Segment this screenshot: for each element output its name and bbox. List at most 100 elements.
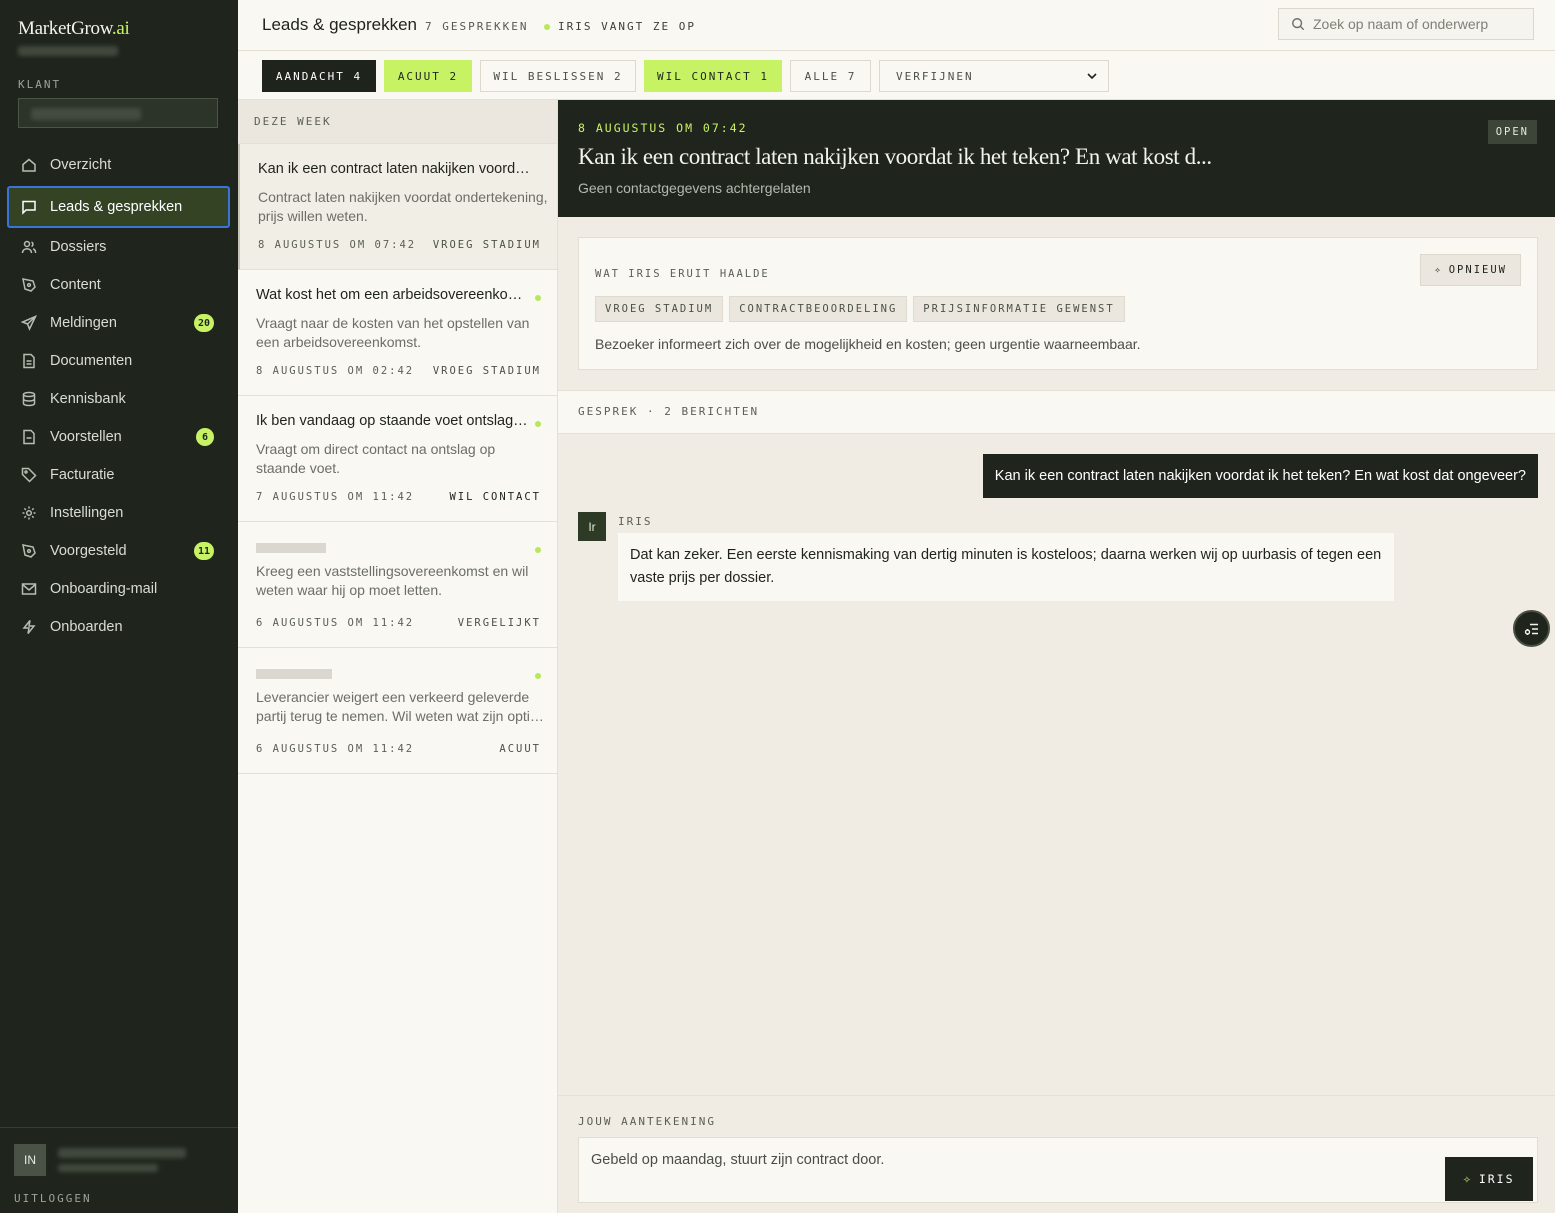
nav-item-dossiers[interactable]: Dossiers — [7, 228, 230, 266]
account-name-redacted — [18, 46, 118, 56]
send-icon — [21, 315, 37, 331]
detail-header: 8 AUGUSTUS OM 07:42 Kan ik een contract … — [558, 100, 1555, 217]
chat-icon — [22, 200, 36, 215]
nav-item-kennisbank[interactable]: Kennisbank — [7, 380, 230, 418]
iris-button-label: IRIS — [1478, 1172, 1515, 1186]
filter-wil-beslissen[interactable]: WIL BESLISSEN 2 — [480, 60, 636, 92]
document-icon — [23, 353, 35, 369]
filter-aandacht[interactable]: AANDACHT 4 — [262, 60, 376, 92]
user-avatar[interactable]: IN — [14, 1144, 46, 1176]
database-icon — [22, 391, 36, 407]
lead-description: Vraagt om direct contact na ontslag op s… — [256, 441, 496, 476]
search-input[interactable] — [1313, 16, 1523, 32]
lead-stage: VERGELIJKT — [457, 617, 541, 629]
nav-label: Onboarding-mail — [50, 581, 158, 597]
lead-date: 7 AUGUSTUS OM 11:42 — [256, 491, 415, 503]
iris-summary-text: Bezoeker informeert zich over de mogelij… — [595, 336, 1141, 352]
list-item[interactable]: Leverancier weigert een verkeerd gelever… — [238, 648, 557, 774]
client-label: KLANT — [18, 78, 62, 91]
nav-item-voorstellen[interactable]: Voorstellen 6 — [7, 418, 230, 456]
pen-icon — [22, 544, 36, 558]
visitor-message: Kan ik een contract laten nakijken voord… — [982, 454, 1538, 498]
nav-label: Voorgesteld — [50, 543, 127, 559]
filter-wil-contact[interactable]: WIL CONTACT 1 — [644, 60, 782, 92]
note-field[interactable]: Gebeld op maandag, stuurt zijn contract … — [578, 1137, 1538, 1203]
search-icon — [1292, 18, 1305, 31]
user-name-redacted — [58, 1148, 186, 1158]
iris-summary-card: WAT IRIS ERUIT HAALDE ✧ OPNIEUW VROEG ST… — [578, 237, 1538, 370]
lead-title-placeholder — [256, 669, 332, 679]
nav-item-documenten[interactable]: Documenten — [7, 342, 230, 380]
lead-title: Wat kost het om een arbeidsovereenkomst … — [256, 287, 528, 303]
nav-label: Leads & gesprekken — [50, 199, 183, 215]
lead-description: Leverancier weigert een verkeerd gelever… — [256, 689, 545, 724]
floating-menu-button[interactable] — [1513, 610, 1550, 647]
conversation-header: GESPREK · 2 BERICHTEN — [558, 390, 1555, 434]
iris-avatar: Ir — [578, 512, 606, 541]
lead-description: Contract laten nakijken voordat ondertek… — [258, 189, 548, 224]
nav-item-voorgesteld[interactable]: Voorgesteld 11 — [7, 532, 230, 570]
search-box[interactable] — [1278, 8, 1534, 40]
user-email-redacted — [58, 1164, 158, 1172]
lead-date: 8 AUGUSTUS OM 07:42 — [258, 239, 417, 251]
users-icon — [21, 240, 37, 254]
suggested-badge: 11 — [193, 542, 214, 560]
lead-meta: 6 AUGUSTUS OM 11:42 VERGELIJKT — [256, 617, 541, 629]
client-selector[interactable] — [18, 98, 218, 128]
gear-icon — [22, 506, 36, 520]
bolt-icon — [22, 620, 36, 634]
client-name-redacted — [31, 108, 141, 120]
iris-status: IRIS VANGT ZE OP — [544, 20, 696, 33]
lead-stage: ACUUT — [499, 743, 541, 755]
nav-label: Meldingen — [50, 315, 117, 331]
nav-label: Instellingen — [50, 505, 124, 521]
lead-meta: 7 AUGUSTUS OM 11:42 WIL CONTACT — [256, 491, 541, 503]
nav-label: Voorstellen — [50, 429, 122, 445]
list-item[interactable]: Kreeg een vaststellingsovereenkomst en w… — [238, 522, 557, 648]
nav-item-facturatie[interactable]: Facturatie — [7, 456, 230, 494]
iris-name: IRIS — [618, 515, 653, 528]
lead-list: DEZE WEEK Kan ik een contract laten naki… — [238, 100, 558, 1213]
notification-badge: 20 — [193, 314, 214, 332]
lead-date: 8 AUGUSTUS OM 02:42 — [256, 365, 415, 377]
proposals-badge: 6 — [196, 428, 214, 446]
main-nav: Overzicht Leads & gesprekken Dossiers Co… — [7, 146, 230, 646]
status-badge[interactable]: OPEN — [1487, 120, 1537, 144]
iris-message: Dat kan zeker. Een eerste kennismaking v… — [618, 533, 1394, 601]
tag: CONTRACTBEOORDELING — [729, 296, 908, 322]
nav-item-instellingen[interactable]: Instellingen — [7, 494, 230, 532]
nav-item-meldingen[interactable]: Meldingen 20 — [7, 304, 230, 342]
sidebar: MarketGrow.ai KLANT Overzicht Leads & ge… — [0, 0, 238, 1213]
nav-label: Content — [50, 277, 101, 293]
user-footer: IN UITLOGGEN — [0, 1127, 238, 1213]
nav-item-onboarding-mail[interactable]: Onboarding-mail — [7, 570, 230, 608]
nav-label: Documenten — [50, 353, 133, 369]
brand-logo[interactable]: MarketGrow.ai — [18, 18, 130, 40]
lead-description: Vraagt naar de kosten van het opstellen … — [256, 315, 530, 350]
lead-meta: 8 AUGUSTUS OM 07:42 VROEG STADIUM — [258, 239, 541, 251]
filter-alle[interactable]: ALLE 7 — [790, 60, 871, 92]
list-item[interactable]: Ik ben vandaag op staande voet ontslagen… — [238, 396, 557, 522]
lead-date: 6 AUGUSTUS OM 11:42 — [256, 617, 415, 629]
filter-acuut[interactable]: ACUUT 2 — [384, 60, 472, 92]
refine-select[interactable]: VERFIJNEN — [879, 60, 1109, 92]
nav-item-onboarden[interactable]: Onboarden — [7, 608, 230, 646]
retry-button[interactable]: ✧ OPNIEUW — [1420, 254, 1521, 286]
nav-item-overzicht[interactable]: Overzicht — [7, 146, 230, 184]
tag-list: VROEG STADIUM CONTRACTBEOORDELING PRIJSI… — [595, 296, 1125, 322]
nav-item-leads[interactable]: Leads & gesprekken — [7, 186, 230, 228]
list-item[interactable]: Wat kost het om een arbeidsovereenkomst … — [238, 270, 557, 396]
list-item[interactable]: Kan ik een contract laten nakijken voord… — [238, 144, 557, 270]
iris-button[interactable]: ✧ IRIS — [1445, 1157, 1533, 1201]
note-area: JOUW AANTEKENING Gebeld op maandag, stuu… — [558, 1095, 1555, 1213]
tag: VROEG STADIUM — [595, 296, 724, 322]
nav-label: Onboarden — [50, 619, 123, 635]
retry-label: OPNIEUW — [1448, 264, 1507, 276]
lead-stage: WIL CONTACT — [449, 491, 541, 503]
refine-label: VERFIJNEN — [896, 69, 974, 83]
lead-title: Ik ben vandaag op staande voet ontslagen… — [256, 413, 528, 429]
nav-label: Overzicht — [50, 157, 112, 173]
logout-link[interactable]: UITLOGGEN — [14, 1192, 92, 1205]
conversation-count: 7 GESPREKKEN — [425, 20, 529, 33]
nav-item-content[interactable]: Content — [7, 266, 230, 304]
